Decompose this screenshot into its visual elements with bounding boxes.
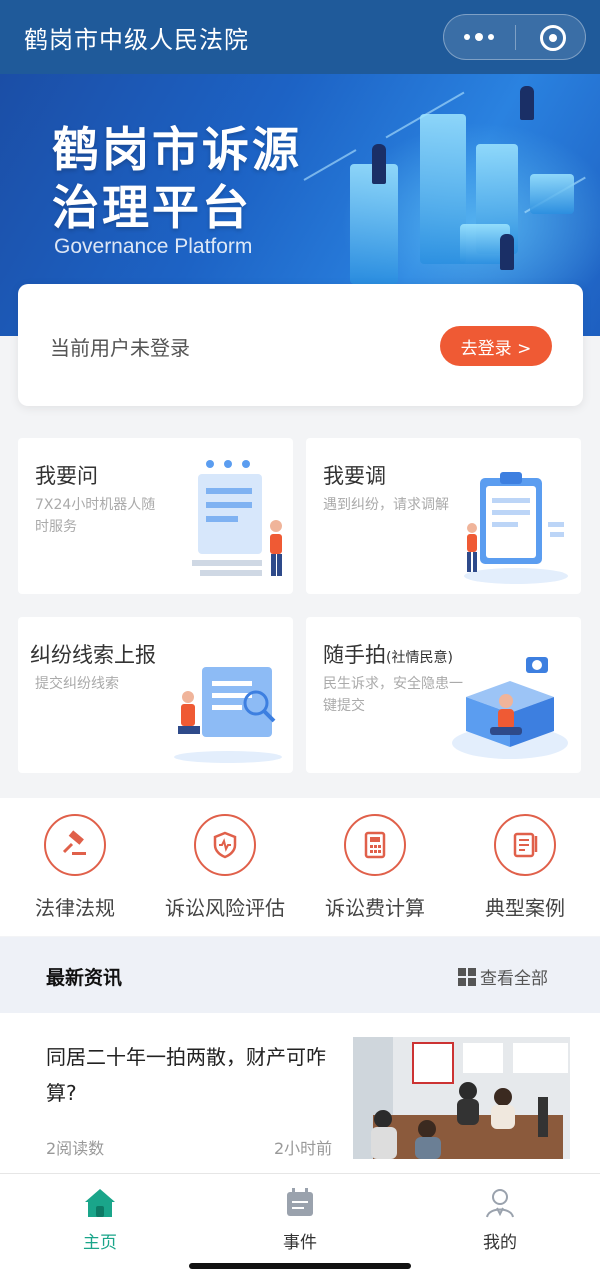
tool-label: 法律法规	[35, 896, 115, 920]
news-read-count: 2阅读数	[46, 1139, 105, 1158]
more-icon[interactable]	[444, 15, 514, 59]
page-title: 鹤岗市中级人民法院	[24, 26, 249, 54]
service-title: 我要问	[35, 464, 98, 488]
shield-icon	[194, 814, 256, 876]
home-icon	[83, 1186, 117, 1220]
tab-events[interactable]: 事件	[200, 1186, 400, 1256]
service-card-ask[interactable]: 我要问 7X24小时机器人随时服务	[18, 438, 293, 594]
mini-program-capsule	[443, 14, 586, 60]
report-scroll-illustration	[174, 667, 282, 763]
service-desc: 提交纠纷线索	[35, 676, 119, 692]
login-status-text: 当前用户未登录	[50, 336, 190, 360]
tool-fee-calculator[interactable]: 诉讼费计算	[300, 814, 450, 924]
document-list-icon	[494, 814, 556, 876]
close-icon[interactable]	[540, 25, 566, 51]
view-all-link[interactable]: 查看全部	[458, 964, 548, 989]
tool-risk-assessment[interactable]: 诉讼风险评估	[150, 814, 300, 924]
tool-law[interactable]: 法律法规	[0, 814, 150, 924]
tab-home[interactable]: 主页	[0, 1186, 200, 1256]
gavel-icon	[44, 814, 106, 876]
service-title: 纠纷线索上报	[30, 643, 156, 667]
service-title-suffix: (社情民意)	[386, 650, 453, 666]
banner-title-line1: 鹤岗市诉源	[52, 123, 302, 178]
nav-bar: 鹤岗市中级人民法院	[0, 0, 600, 74]
capsule-divider	[515, 25, 516, 50]
service-desc: 7X24小时机器人随时服务	[35, 497, 156, 535]
news-section-title: 最新资讯	[46, 967, 123, 989]
tool-label: 诉讼风险评估	[165, 896, 285, 920]
home-indicator	[189, 1263, 411, 1269]
service-title-main: 随手拍	[323, 643, 386, 667]
banner-title: 鹤岗市诉源 治理平台	[52, 122, 302, 238]
news-section-header: 最新资讯 查看全部	[0, 937, 600, 1013]
tab-label: 事件	[283, 1233, 317, 1253]
clipboard-illustration	[464, 472, 568, 584]
tool-label: 诉讼费计算	[325, 896, 425, 920]
tool-typical-cases[interactable]: 典型案例	[450, 814, 600, 924]
service-card-report[interactable]: 纠纷线索上报 提交纠纷线索	[18, 617, 293, 773]
tools-section: 法律法规 诉讼风险评估 诉讼费计算 典型案例	[0, 798, 600, 936]
login-button[interactable]: 去登录 >	[440, 326, 552, 366]
view-all-label: 查看全部	[480, 969, 548, 989]
calculator-icon	[344, 814, 406, 876]
service-card-mediate[interactable]: 我要调 遇到纠纷，请求调解	[306, 438, 581, 594]
news-thumbnail	[353, 1037, 570, 1159]
person-illustration	[520, 86, 534, 120]
user-icon	[483, 1186, 517, 1220]
question-form-illustration	[192, 460, 282, 576]
tab-label: 主页	[83, 1233, 117, 1253]
calendar-icon	[283, 1186, 317, 1220]
server-block-illustration	[530, 174, 574, 214]
tab-mine[interactable]: 我的	[400, 1186, 600, 1256]
news-title: 同居二十年一拍两散，财产可咋算?	[46, 1045, 326, 1105]
person-illustration	[372, 144, 386, 184]
news-list-item[interactable]: 同居二十年一拍两散，财产可咋算? 2阅读数 2小时前	[0, 1013, 600, 1173]
grid-icon	[458, 967, 476, 986]
banner-subtitle: Governance Platform	[54, 235, 253, 258]
news-time: 2小时前	[274, 1139, 333, 1158]
service-card-snapshot[interactable]: 随手拍(社情民意) 民生诉求，安全隐患一键提交	[306, 617, 581, 773]
service-title: 随手拍(社情民意)	[323, 639, 453, 669]
service-title: 我要调	[323, 464, 386, 488]
tab-label: 我的	[483, 1233, 517, 1253]
person-illustration	[500, 234, 514, 270]
tool-label: 典型案例	[485, 896, 565, 920]
login-card: 当前用户未登录 去登录 >	[18, 284, 583, 406]
banner-title-line2: 治理平台	[52, 181, 252, 236]
camera-box-illustration	[452, 657, 568, 759]
service-desc: 遇到纠纷，请求调解	[323, 497, 449, 513]
